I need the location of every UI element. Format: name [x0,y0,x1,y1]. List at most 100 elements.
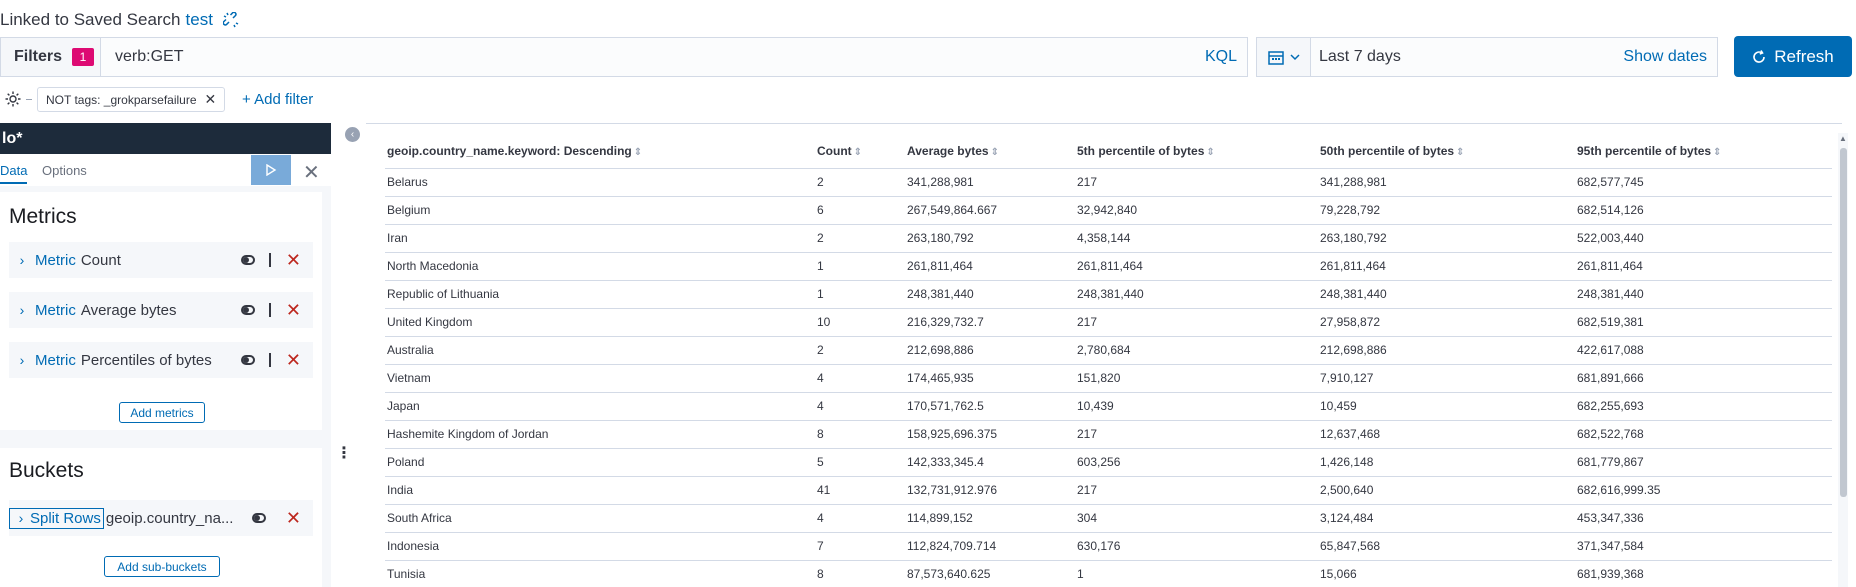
date-range-text[interactable]: Last 7 days [1311,48,1623,66]
column-header[interactable]: 95th percentile of bytes ⇕ [1575,134,1832,169]
value-cell: 248,381,440 [1318,280,1575,309]
value-cell: 263,180,792 [905,224,1075,253]
chevron-right-icon[interactable]: › [9,252,35,268]
value-cell: 2 [815,224,905,253]
value-cell: 304 [1075,504,1318,533]
value-cell: 4 [815,504,905,533]
metric-row-count[interactable]: › Metric Count ✕ [9,242,313,278]
data-table: geoip.country_name.keyword: Descending ⇕ … [385,134,1832,587]
value-cell: 682,519,381 [1575,308,1832,337]
toggle-icon[interactable] [240,305,255,315]
chevron-right-icon[interactable]: › [9,302,35,318]
add-sub-buckets-button[interactable]: Add sub-buckets [104,556,220,577]
collapse-sidebar-icon[interactable]: ‹ [345,127,360,142]
quick-select-button[interactable] [1257,38,1311,76]
country-cell: Belgium [385,196,815,225]
column-header[interactable]: Count ⇕ [815,134,905,169]
country-cell: India [385,476,815,505]
toggle-icon[interactable] [240,355,255,365]
filters-count-badge: 1 [72,48,95,66]
column-header[interactable]: Average bytes ⇕ [905,134,1075,169]
metric-row-percentiles[interactable]: › Metric Percentiles of bytes ✕ [9,342,313,378]
value-cell: 212,698,886 [1318,336,1575,365]
table-body: Belarus 2 341,288,981 217 341,288,981 682,577… [385,168,1832,587]
add-filter-link[interactable]: + Add filter [242,91,313,108]
value-cell: 217 [1075,420,1318,449]
remove-icon[interactable]: ✕ [286,509,301,527]
column-header[interactable]: geoip.country_name.keyword: Descending ⇕ [385,134,815,169]
country-cell: Hashemite Kingdom of Jordan [385,420,815,449]
remove-icon[interactable]: ✕ [286,301,301,319]
query-input[interactable] [101,38,1205,76]
scroll-up-icon[interactable]: ▲ [1839,134,1847,143]
table-row: Australia 2 212,698,886 2,780,684 212,698,88… [385,336,1832,365]
table-row: Iran 2 263,180,792 4,358,144 263,180,792 522,… [385,224,1832,253]
value-cell: 4,358,144 [1075,224,1318,253]
value-cell: 2,500,640 [1318,476,1575,505]
more-options-icon[interactable]: ⋮ [336,443,352,463]
remove-icon[interactable]: ✕ [286,351,301,369]
add-metrics-button[interactable]: Add metrics [119,402,205,423]
toggle-icon[interactable] [240,255,255,265]
column-header[interactable]: 5th percentile of bytes ⇕ [1075,134,1318,169]
value-cell: 681,939,368 [1575,560,1832,587]
refresh-button[interactable]: Refresh [1734,36,1852,77]
bucket-kind: Split Rows [30,509,101,527]
value-cell: 65,847,568 [1318,532,1575,561]
table-row: Hashemite Kingdom of Jordan 8 158,925,696.… [385,420,1832,449]
filter-pill[interactable]: NOT tags: _grokparsefailure ✕ [37,87,226,112]
chevron-right-icon[interactable]: › [9,352,35,368]
drag-handle-icon[interactable] [268,253,272,267]
table-row: Vietnam 4 174,465,935 151,820 7,910,127 681,8… [385,364,1832,393]
value-cell: 261,811,464 [1318,252,1575,281]
value-cell: 341,288,981 [1318,168,1575,197]
filters-button[interactable]: Filters 1 [1,38,101,76]
value-cell: 682,514,126 [1575,196,1832,225]
table-row: South Africa 4 114,899,152 304 3,124,484 453,… [385,504,1832,533]
value-cell: 682,255,693 [1575,392,1832,421]
value-cell: 12,637,468 [1318,420,1575,449]
drag-handle-icon[interactable] [268,303,272,317]
chevron-down-icon [1289,53,1300,60]
metric-kind: Metric [35,351,76,369]
value-cell: 371,347,584 [1575,532,1832,561]
metric-row-average-bytes[interactable]: › Metric Average bytes ✕ [9,292,313,328]
tab-data[interactable]: Data [0,163,28,184]
drag-handle-icon[interactable] [268,353,272,367]
table-row: United Kingdom 10 216,329,732.7 217 27,958,8… [385,308,1832,337]
column-header[interactable]: 50th percentile of bytes ⇕ [1318,134,1575,169]
value-cell: 87,573,640.625 [905,560,1075,587]
sort-icon: ⇕ [853,146,863,158]
value-cell: 603,256 [1075,448,1318,477]
value-cell: 8 [815,560,905,587]
apply-changes-button[interactable] [251,155,291,185]
tab-options[interactable]: Options [42,163,87,178]
scrollbar-thumb[interactable] [1840,148,1847,497]
kql-toggle[interactable]: KQL [1205,48,1247,66]
close-icon[interactable]: ✕ [205,91,217,108]
unlink-icon[interactable] [222,12,239,28]
sort-icon: ⇕ [1456,146,1465,158]
discard-changes-icon[interactable]: ✕ [303,160,320,185]
buckets-panel: Buckets › Split Rows geoip.country_na...… [0,448,322,587]
gear-icon[interactable] [4,90,22,108]
metric-label: Percentiles of bytes [80,351,212,369]
sort-icon: ⇕ [1713,146,1722,158]
saved-search-link[interactable]: test [186,10,213,30]
country-cell: Belarus [385,168,815,197]
value-cell: 682,616,999.35 [1575,476,1832,505]
remove-icon[interactable]: ✕ [286,251,301,269]
split-rows-toggle[interactable]: › Split Rows [9,507,104,529]
show-dates-link[interactable]: Show dates [1623,48,1717,66]
value-cell: 248,381,440 [905,280,1075,309]
value-cell: 27,958,872 [1318,308,1575,337]
country-cell: North Macedonia [385,252,815,281]
toggle-icon[interactable] [251,513,266,523]
bucket-row-split-rows[interactable]: › Split Rows geoip.country_na... ✕ [9,500,313,536]
buckets-title: Buckets [9,459,84,482]
value-cell: 217 [1075,476,1318,505]
value-cell: 212,698,886 [905,336,1075,365]
value-cell: 5 [815,448,905,477]
country-cell: Australia [385,336,815,365]
value-cell: 261,811,464 [1575,252,1832,281]
